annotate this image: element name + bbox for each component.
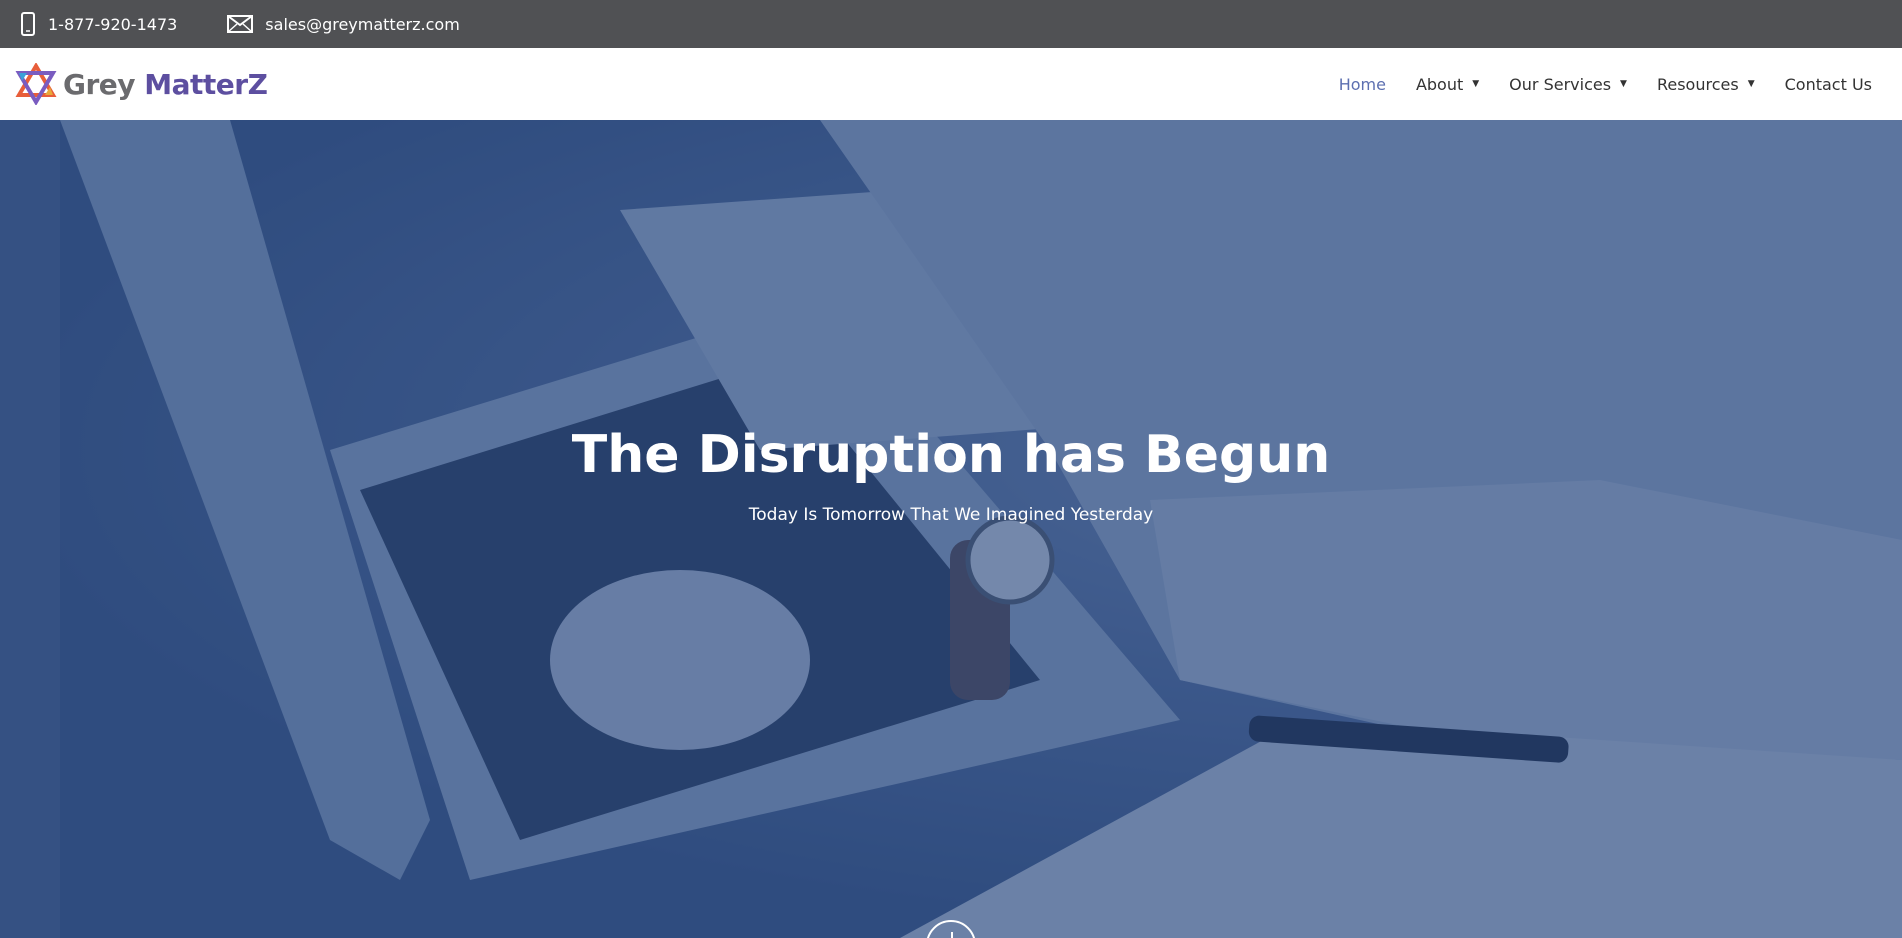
logo-wordmark: Grey MatterZ: [63, 67, 268, 101]
top-contact-bar: 1-877-920-1473 sales@greymatterz.com: [0, 0, 1902, 48]
hero-subtitle: Today Is Tomorrow That We Imagined Yeste…: [748, 505, 1154, 525]
hero-section: The Disruption has Begun Today Is Tomorr…: [0, 120, 1902, 938]
arrow-down-icon: [951, 932, 953, 938]
nav-label: Our Services: [1509, 74, 1612, 94]
nav-label: Home: [1338, 74, 1386, 94]
nav-label: Contact Us: [1784, 74, 1872, 94]
main-nav: Home About ▼ Our Services ▼ Resources ▼ …: [1309, 75, 1872, 94]
phone-contact[interactable]: 1-877-920-1473: [20, 12, 177, 36]
nav-item-resources[interactable]: Resources ▼: [1657, 75, 1755, 94]
nav-label: About: [1415, 74, 1464, 94]
star-of-david-logo-icon: [15, 63, 57, 105]
nav-item-our-services[interactable]: Our Services ▼: [1509, 75, 1627, 94]
email-contact[interactable]: sales@greymatterz.com: [227, 14, 460, 34]
mobile-phone-icon: [21, 12, 35, 36]
email-link[interactable]: sales@greymatterz.com: [265, 15, 459, 34]
caret-down-icon: ▼: [1747, 79, 1755, 89]
caret-down-icon: ▼: [1620, 79, 1627, 89]
site-logo[interactable]: Grey MatterZ: [15, 63, 268, 105]
nav-label: Resources: [1656, 74, 1739, 94]
logo-matterz-text: MatterZ: [144, 67, 268, 101]
logo-grey-text: Grey: [63, 67, 145, 101]
envelope-icon: [227, 15, 254, 33]
nav-item-home[interactable]: Home: [1339, 75, 1386, 94]
phone-number-link[interactable]: 1-877-920-1473: [48, 15, 177, 34]
nav-item-about[interactable]: About ▼: [1416, 75, 1479, 94]
hero-title: The Disruption has Begun: [571, 425, 1331, 485]
nav-item-contact-us[interactable]: Contact Us: [1785, 75, 1872, 94]
caret-down-icon: ▼: [1472, 79, 1480, 89]
hero-overlay: [0, 120, 1902, 938]
site-header: Grey MatterZ Home About ▼ Our Services ▼…: [0, 48, 1902, 120]
